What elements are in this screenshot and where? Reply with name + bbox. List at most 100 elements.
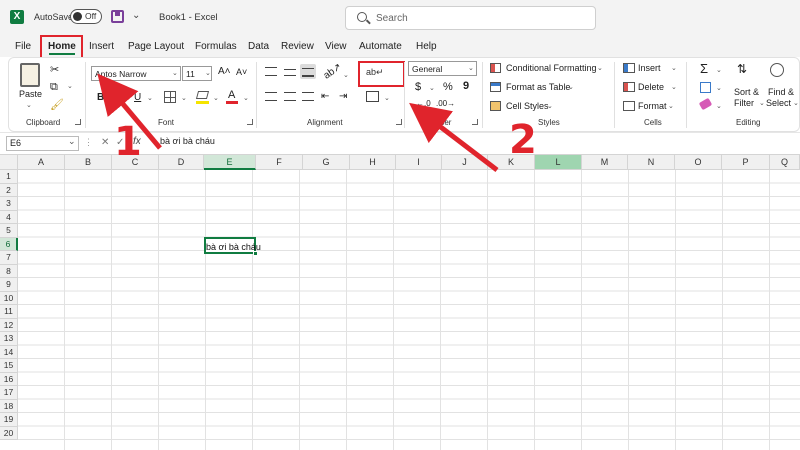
format-as-table-icon[interactable] <box>490 82 501 92</box>
cut-icon[interactable]: ✂ <box>50 63 59 76</box>
orientation-chevron-icon[interactable]: ⌄ <box>343 71 349 79</box>
paste-chevron-icon[interactable]: ⌄ <box>26 101 32 109</box>
name-box-chevron-icon[interactable]: ⌄ <box>68 136 76 147</box>
row-header-8[interactable]: 8 <box>0 264 18 278</box>
select-all-button[interactable] <box>0 155 18 170</box>
row-header-20[interactable]: 20 <box>0 426 18 440</box>
find-select-icon[interactable] <box>770 63 784 77</box>
format-cells-chevron-icon[interactable]: ⌄ <box>668 102 674 110</box>
copy-icon[interactable]: ⧉ <box>50 81 58 94</box>
insert-cells-button[interactable]: Insert <box>638 63 661 73</box>
fill-color-chevron-icon[interactable]: ⌄ <box>213 94 219 102</box>
find-select-chevron-icon[interactable]: ⌄ <box>793 99 799 107</box>
increase-decimal-icon[interactable]: ←.0 <box>416 99 431 108</box>
delete-cells-chevron-icon[interactable]: ⌄ <box>671 83 677 91</box>
sort-filter-label-2[interactable]: Filter <box>734 98 754 108</box>
row-header-4[interactable]: 4 <box>0 210 18 224</box>
tab-data[interactable]: Data <box>248 41 269 52</box>
cell-styles-chevron-icon[interactable]: ⌄ <box>547 102 553 110</box>
font-name-select[interactable]: Aptos Narrow <box>91 66 181 81</box>
row-header-3[interactable]: 3 <box>0 197 18 211</box>
align-left-icon[interactable] <box>265 92 277 101</box>
currency-button[interactable]: $ <box>415 81 421 93</box>
column-header-m[interactable]: M <box>582 155 628 170</box>
font-name-chevron-icon[interactable]: ⌄ <box>172 69 178 77</box>
column-header-e[interactable]: E <box>204 155 256 170</box>
number-launcher-icon[interactable] <box>472 119 478 125</box>
font-size-chevron-icon[interactable]: ⌄ <box>205 69 211 77</box>
column-header-f[interactable]: F <box>256 155 303 170</box>
percent-button[interactable]: % <box>443 81 453 93</box>
cancel-icon[interactable]: ✕ <box>101 137 109 148</box>
increase-font-icon[interactable]: A˄ <box>218 66 231 77</box>
font-color-chevron-icon[interactable]: ⌄ <box>243 94 249 102</box>
merge-center-icon[interactable] <box>366 91 379 102</box>
tab-insert[interactable]: Insert <box>89 41 114 52</box>
decrease-decimal-icon[interactable]: .00→ <box>436 99 455 108</box>
column-header-d[interactable]: D <box>159 155 204 170</box>
row-header-1[interactable]: 1 <box>0 170 18 184</box>
cell-grid[interactable] <box>18 170 800 450</box>
column-header-i[interactable]: I <box>396 155 442 170</box>
column-header-n[interactable]: N <box>628 155 675 170</box>
tab-page-layout[interactable]: Page Layout <box>128 41 184 52</box>
row-header-11[interactable]: 11 <box>0 305 18 319</box>
alignment-launcher-icon[interactable] <box>396 119 402 125</box>
number-format-chevron-icon[interactable]: ⌄ <box>468 64 474 72</box>
find-select-label-1[interactable]: Find & <box>768 87 794 97</box>
copy-chevron-icon[interactable]: ⌄ <box>67 82 73 90</box>
tab-help[interactable]: Help <box>416 41 437 52</box>
underline-button[interactable]: U <box>134 92 141 103</box>
format-cells-icon[interactable] <box>623 101 635 111</box>
fill-chevron-icon[interactable]: ⌄ <box>716 84 722 92</box>
delete-cells-button[interactable]: Delete <box>638 82 664 92</box>
font-launcher-icon[interactable] <box>247 119 253 125</box>
row-header-17[interactable]: 17 <box>0 386 18 400</box>
column-header-a[interactable]: A <box>18 155 65 170</box>
top-align-icon[interactable] <box>265 67 277 76</box>
delete-cells-icon[interactable] <box>623 82 635 92</box>
borders-icon[interactable] <box>164 91 176 103</box>
format-cells-button[interactable]: Format <box>638 101 667 111</box>
row-header-5[interactable]: 5 <box>0 224 18 238</box>
bottom-align-icon[interactable] <box>302 68 314 77</box>
save-icon[interactable] <box>111 10 124 23</box>
search-box[interactable]: Search <box>345 6 596 30</box>
autosum-icon[interactable]: Σ <box>700 61 708 76</box>
borders-chevron-icon[interactable]: ⌄ <box>181 94 187 102</box>
conditional-formatting-button[interactable]: Conditional Formatting <box>506 63 597 73</box>
italic-button[interactable]: I <box>116 92 119 103</box>
row-header-2[interactable]: 2 <box>0 183 18 197</box>
row-header-19[interactable]: 19 <box>0 413 18 427</box>
increase-indent-icon[interactable]: ⇥ <box>339 91 347 102</box>
number-format-select[interactable]: General <box>408 61 477 76</box>
conditional-formatting-chevron-icon[interactable]: ⌄ <box>597 64 603 72</box>
format-painter-icon[interactable]: 🖌 <box>50 98 64 111</box>
middle-align-icon[interactable] <box>284 69 296 76</box>
row-header-16[interactable]: 16 <box>0 372 18 386</box>
find-select-label-2[interactable]: Select <box>766 98 791 108</box>
insert-cells-chevron-icon[interactable]: ⌄ <box>671 64 677 72</box>
decrease-indent-icon[interactable]: ⇤ <box>321 91 329 102</box>
tab-file[interactable]: File <box>15 41 31 52</box>
row-header-6[interactable]: 6 <box>0 237 18 251</box>
column-header-h[interactable]: H <box>350 155 396 170</box>
column-header-j[interactable]: J <box>442 155 488 170</box>
tab-view[interactable]: View <box>325 41 347 52</box>
formula-input[interactable]: bà ơi bà cháu <box>160 136 215 146</box>
row-header-14[interactable]: 14 <box>0 345 18 359</box>
bold-button[interactable]: B <box>97 92 104 103</box>
row-header-7[interactable]: 7 <box>0 251 18 265</box>
row-header-13[interactable]: 13 <box>0 332 18 346</box>
fill-color-icon[interactable] <box>195 91 210 99</box>
sort-filter-icon[interactable]: ⇅ <box>737 62 747 76</box>
insert-cells-icon[interactable] <box>623 63 635 73</box>
autosum-chevron-icon[interactable]: ⌄ <box>716 66 722 74</box>
column-header-q[interactable]: Q <box>770 155 800 170</box>
format-as-table-chevron-icon[interactable]: ⌄ <box>568 83 574 91</box>
paste-icon[interactable] <box>20 63 40 87</box>
fill-icon[interactable] <box>700 82 711 93</box>
cell-styles-icon[interactable] <box>490 101 501 111</box>
currency-chevron-icon[interactable]: ⌄ <box>429 84 435 92</box>
comma-style-button[interactable]: 9 <box>463 80 469 92</box>
